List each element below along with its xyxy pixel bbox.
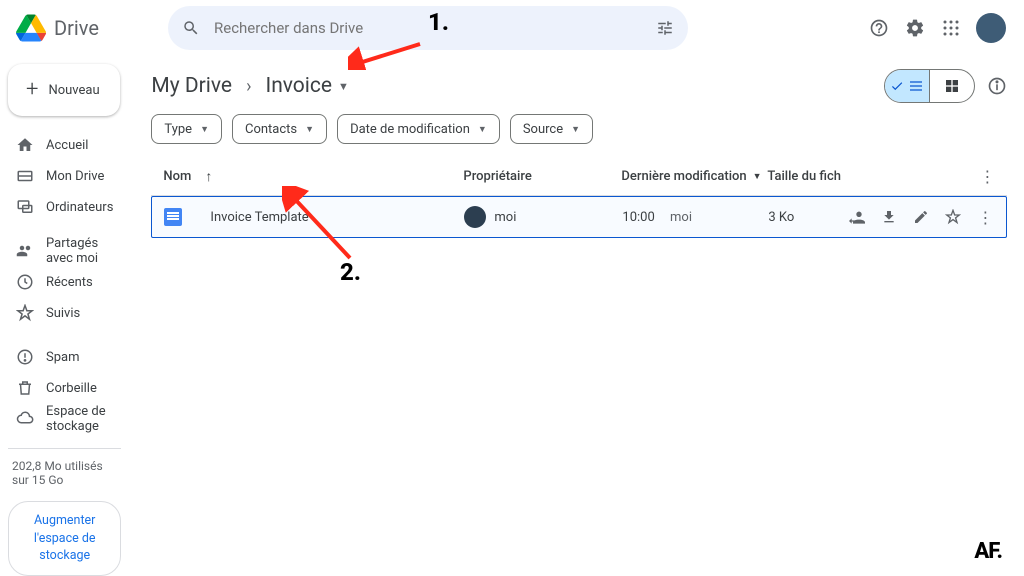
sidebar-item-label: Suivis [46, 306, 80, 321]
new-button-label: Nouveau [48, 83, 99, 98]
col-name[interactable]: Nom [163, 169, 191, 184]
recent-icon [16, 273, 34, 291]
download-icon[interactable] [880, 208, 898, 226]
col-owner[interactable]: Propriétaire [463, 169, 621, 184]
sidebar-item-label: Ordinateurs [46, 200, 113, 215]
table-header: Nom ↑ Propriétaire Dernière modification ▼… [151, 158, 1007, 196]
header: Drive [0, 0, 1024, 56]
view-toggle [884, 69, 975, 103]
app-name: Drive [54, 16, 99, 40]
sidebar-item-home[interactable]: Accueil [4, 130, 125, 160]
sidebar: + Nouveau Accueil Mon Drive Ordinateurs … [0, 56, 133, 576]
search-icon [182, 19, 200, 37]
chevron-right-icon: › [246, 76, 251, 97]
col-modified[interactable]: Dernière modification [621, 169, 746, 184]
breadcrumb: My Drive › Invoice▼ [151, 74, 349, 98]
star-icon[interactable] [944, 208, 962, 226]
new-button[interactable]: + Nouveau [8, 64, 120, 116]
drive-icon [16, 167, 34, 185]
logo[interactable]: Drive [12, 13, 160, 43]
account-avatar[interactable] [976, 13, 1006, 43]
sidebar-item-mydrive[interactable]: Mon Drive [4, 161, 125, 191]
content: My Drive › Invoice▼ Type▼ Contacts▼ Date… [133, 56, 1024, 576]
home-icon [16, 136, 34, 154]
breadcrumb-root[interactable]: My Drive [151, 74, 232, 98]
caret-down-icon: ▼ [478, 124, 487, 135]
file-name: Invoice Template [210, 210, 308, 225]
list-view-button[interactable] [885, 70, 929, 102]
more-icon[interactable]: ⋮ [979, 167, 995, 186]
storage-usage: 202,8 Mo utilisés sur 15 Go [4, 459, 125, 487]
annotation-label-1: 1. [428, 8, 449, 36]
starred-icon [16, 304, 34, 322]
sidebar-item-computers[interactable]: Ordinateurs [4, 192, 125, 222]
caret-down-icon: ▼ [338, 80, 349, 93]
sidebar-item-trash[interactable]: Corbeille [4, 373, 125, 403]
col-size[interactable]: Taille du fich [767, 169, 847, 184]
apps-icon[interactable] [940, 17, 962, 39]
header-actions [868, 13, 1012, 43]
modified-by: moi [670, 210, 692, 225]
more-icon[interactable]: ⋮ [976, 208, 994, 226]
owner-label: moi [494, 210, 516, 225]
sidebar-item-label: Spam [46, 350, 80, 365]
grid-view-button[interactable] [930, 70, 974, 102]
breadcrumb-current[interactable]: Invoice▼ [265, 74, 348, 98]
edit-icon[interactable] [912, 208, 930, 226]
caret-down-icon: ▼ [571, 124, 580, 135]
chip-type[interactable]: Type▼ [151, 114, 222, 144]
caret-down-icon: ▼ [753, 171, 762, 182]
chip-source[interactable]: Source▼ [510, 114, 593, 144]
chip-modified[interactable]: Date de modification▼ [337, 114, 500, 144]
upgrade-storage-button[interactable]: Augmenter l'espace de stockage [8, 501, 121, 576]
trash-icon [16, 379, 34, 397]
modified-time: 10:00 [622, 210, 654, 225]
sidebar-item-label: Mon Drive [46, 169, 104, 184]
info-icon[interactable] [987, 76, 1007, 96]
sidebar-item-starred[interactable]: Suivis [4, 298, 125, 328]
settings-icon[interactable] [904, 17, 926, 39]
sidebar-item-label: Corbeille [46, 381, 97, 396]
sidebar-item-label: Accueil [46, 138, 88, 153]
table-row[interactable]: Invoice Template moi 10:00 moi 3 Ko ⋮ [151, 196, 1007, 238]
plus-icon: + [26, 79, 38, 101]
help-icon[interactable] [868, 17, 890, 39]
annotation-label-2: 2. [340, 258, 361, 286]
owner-avatar [464, 206, 486, 228]
shared-icon [16, 242, 34, 260]
drive-logo-icon [16, 13, 46, 43]
filter-chips: Type▼ Contacts▼ Date de modification▼ So… [151, 114, 1007, 144]
sidebar-item-shared[interactable]: Partagés avec moi [4, 236, 125, 266]
sidebar-item-spam[interactable]: Spam [4, 342, 125, 372]
watermark: AF. [974, 539, 1002, 564]
spam-icon [16, 348, 34, 366]
computers-icon [16, 198, 34, 216]
docs-file-icon [164, 208, 182, 226]
caret-down-icon: ▼ [305, 124, 314, 135]
sidebar-item-label: Partagés avec moi [46, 236, 113, 266]
tune-icon[interactable] [656, 19, 674, 37]
sidebar-item-recent[interactable]: Récents [4, 267, 125, 297]
sidebar-item-label: Espace de stockage [46, 404, 113, 434]
file-size: 3 Ko [768, 210, 848, 225]
storage-icon [16, 410, 34, 428]
sidebar-item-storage[interactable]: Espace de stockage [4, 404, 125, 434]
sort-ascending-icon[interactable]: ↑ [205, 168, 212, 185]
sidebar-item-label: Récents [46, 275, 93, 290]
share-icon[interactable] [848, 208, 866, 226]
caret-down-icon: ▼ [200, 124, 209, 135]
chip-contacts[interactable]: Contacts▼ [232, 114, 327, 144]
